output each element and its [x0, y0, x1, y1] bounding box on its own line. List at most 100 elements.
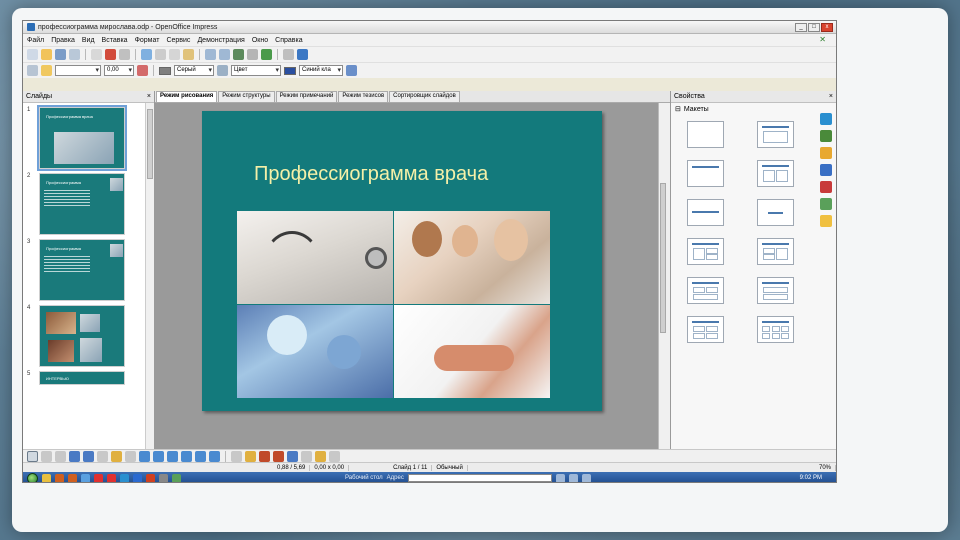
slide-thumbnail-3[interactable]: 3 Профессиограмма — [23, 235, 154, 301]
properties-icon[interactable] — [820, 113, 832, 125]
explorer-icon[interactable] — [42, 473, 51, 482]
table-icon[interactable] — [247, 49, 258, 60]
slide-thumbnail-image[interactable]: Профессиограмма врача — [37, 105, 127, 171]
arrow-style-icon[interactable] — [27, 65, 38, 76]
layout-two-content-alt[interactable] — [757, 238, 794, 265]
photo-collage[interactable] — [237, 211, 550, 398]
word-icon[interactable] — [133, 473, 142, 482]
yandex-icon[interactable] — [94, 473, 103, 482]
layout-four-content[interactable] — [687, 316, 724, 343]
slide-thumbnail-4[interactable]: 4 — [23, 301, 154, 367]
line-style-select[interactable] — [55, 65, 101, 76]
spellcheck-icon[interactable] — [141, 49, 152, 60]
powerpoint-icon[interactable] — [146, 473, 155, 482]
help-icon[interactable] — [297, 49, 308, 60]
layout-content-over[interactable] — [757, 277, 794, 304]
layout-title-only[interactable] — [687, 160, 724, 187]
tab-slide-sorter[interactable]: Сортировщик слайдов — [389, 91, 460, 102]
menu-help[interactable]: Справка — [275, 37, 302, 44]
layouts-section-header[interactable]: ⊟ Макеты — [671, 103, 836, 115]
line-width-select[interactable]: 0,00 — [104, 65, 134, 76]
align-icon[interactable] — [301, 450, 312, 462]
line-color-icon[interactable] — [137, 65, 148, 76]
collapse-icon[interactable]: ⊟ — [675, 105, 681, 113]
email-icon[interactable] — [69, 49, 80, 60]
block-arrows-icon[interactable] — [167, 450, 178, 462]
slides-scrollbar[interactable] — [145, 103, 154, 449]
paste-icon[interactable] — [183, 49, 194, 60]
calculator-icon[interactable] — [159, 473, 168, 482]
layout-two-over[interactable] — [687, 277, 724, 304]
text-tool-icon[interactable] — [97, 450, 108, 462]
slide-thumbnail-1[interactable]: 1 Профессиограмма врача — [23, 103, 154, 171]
rotate-icon[interactable] — [287, 450, 298, 462]
chart-icon[interactable] — [233, 49, 244, 60]
current-slide[interactable]: Профессиограмма врача — [202, 111, 602, 411]
slide-thumbnail-image[interactable]: ИНТЕРВЬЮ — [39, 371, 125, 385]
gallery-tool-icon[interactable] — [273, 450, 284, 462]
points-icon[interactable] — [231, 450, 242, 462]
extrusion-icon[interactable] — [329, 450, 340, 462]
ellipse-tool-icon[interactable] — [83, 450, 94, 462]
layout-centered-text[interactable] — [757, 199, 794, 226]
edit-file-icon[interactable] — [91, 49, 102, 60]
firefox-icon[interactable] — [55, 473, 64, 482]
slide-thumbnail-2[interactable]: 2 Профессиограмма — [23, 169, 154, 235]
slide-transition-icon[interactable] — [820, 164, 832, 176]
menu-format[interactable]: Формат — [135, 37, 160, 44]
custom-animation-icon[interactable] — [820, 147, 832, 159]
line-tool-icon[interactable] — [41, 450, 52, 462]
fontwork-icon[interactable] — [245, 450, 256, 462]
line-color-select[interactable]: Синий кла — [299, 65, 343, 76]
start-button-icon[interactable] — [27, 472, 38, 482]
fill-color-select[interactable]: Серый — [174, 65, 214, 76]
slide-thumbnail-image[interactable]: Профессиограмма — [39, 239, 125, 301]
arrange-icon[interactable] — [315, 450, 326, 462]
navigator-icon[interactable] — [820, 215, 832, 227]
curve-tool-icon[interactable] — [111, 450, 122, 462]
select-arrow-icon[interactable] — [27, 450, 38, 462]
menu-file[interactable]: Файл — [27, 37, 44, 44]
close-button[interactable]: x — [821, 22, 833, 32]
tab-notes[interactable]: Режим примечаний — [275, 91, 338, 102]
callouts-icon[interactable] — [195, 450, 206, 462]
tray-icon[interactable] — [568, 473, 578, 482]
impress-task-icon[interactable] — [172, 473, 181, 482]
master-slides-icon[interactable] — [820, 130, 832, 142]
skype-icon[interactable] — [120, 473, 129, 482]
menu-tools[interactable]: Сервис — [166, 37, 190, 44]
menu-slideshow[interactable]: Демонстрация — [197, 37, 244, 44]
fill-type-select[interactable]: Цвет — [231, 65, 281, 76]
layout-content-two[interactable] — [687, 238, 724, 265]
undo-icon[interactable] — [205, 49, 216, 60]
address-input[interactable] — [407, 474, 552, 482]
menu-window[interactable]: Окно — [252, 37, 268, 44]
rectangle-tool-icon[interactable] — [69, 450, 80, 462]
slide-thumbnail-image[interactable] — [39, 305, 125, 367]
styles-icon[interactable] — [820, 181, 832, 193]
open-folder-icon[interactable] — [41, 49, 52, 60]
tab-normal[interactable]: Режим рисования — [156, 91, 218, 102]
basic-shapes-icon[interactable] — [139, 450, 150, 462]
cut-icon[interactable] — [155, 49, 166, 60]
browser-icon[interactable] — [81, 473, 90, 482]
from-file-icon[interactable] — [259, 450, 270, 462]
layout-title-content[interactable] — [757, 121, 794, 148]
redo-icon[interactable] — [219, 49, 230, 60]
desktop-label[interactable]: Рабочий стол — [345, 475, 383, 481]
layout-blank[interactable] — [687, 121, 724, 148]
symbol-shapes-icon[interactable] — [153, 450, 164, 462]
menu-view[interactable]: Вид — [82, 37, 95, 44]
minimize-button[interactable]: _ — [795, 22, 807, 32]
tab-handout[interactable]: Режим тезисов — [338, 91, 389, 102]
slide-thumbnail-image[interactable]: Профессиограмма — [39, 173, 125, 235]
volume-icon[interactable] — [581, 473, 591, 482]
navigator-icon[interactable] — [261, 49, 272, 60]
menu-edit[interactable]: Правка — [51, 37, 75, 44]
scrollbar-thumb[interactable] — [660, 183, 666, 333]
export-pdf-icon[interactable] — [105, 49, 116, 60]
maximize-button[interactable]: □ — [808, 22, 820, 32]
line-icon[interactable] — [41, 65, 52, 76]
layout-six-content[interactable] — [757, 316, 794, 343]
slide-title[interactable]: Профессиограмма врача — [254, 163, 488, 186]
